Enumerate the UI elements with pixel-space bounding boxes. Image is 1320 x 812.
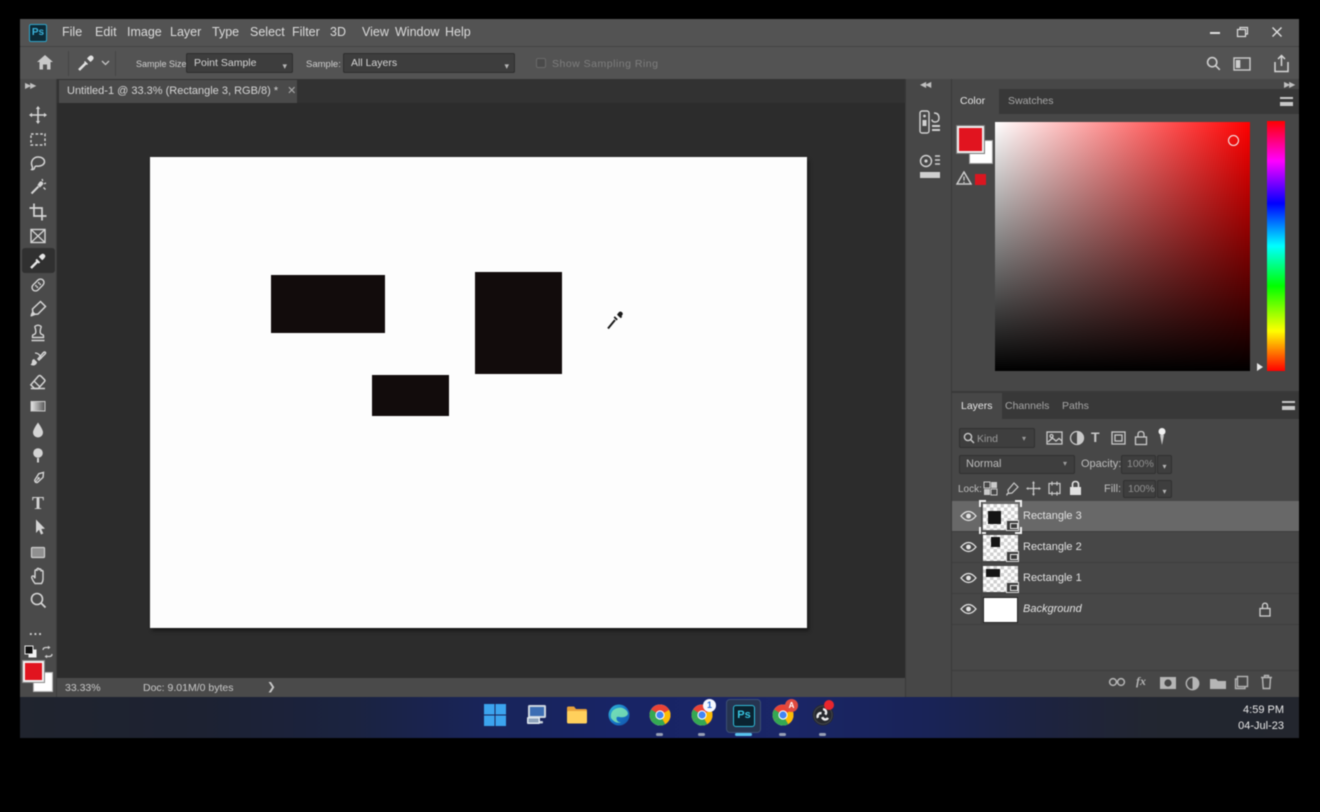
svg-text:T: T xyxy=(32,493,44,513)
